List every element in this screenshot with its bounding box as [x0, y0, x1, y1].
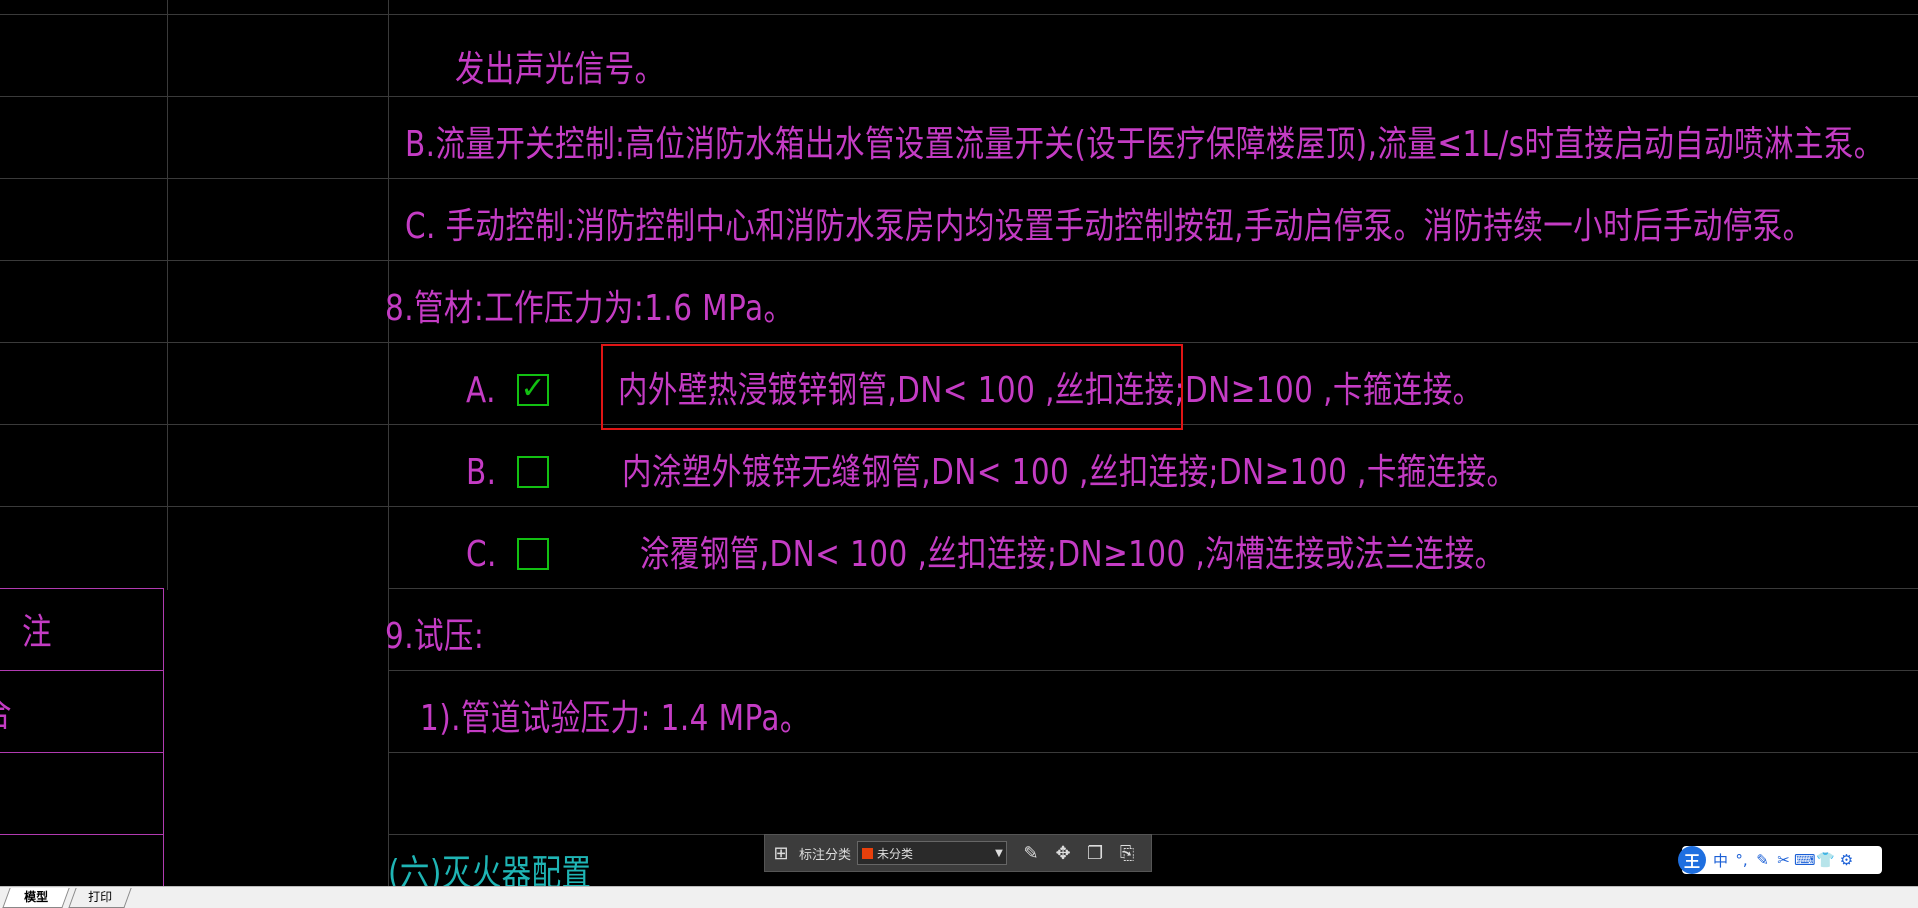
- drawing-text-9-1: 1).管道试验压力: 1.4 MPa。: [420, 698, 810, 739]
- drawing-text-c: C. 手动控制:消防控制中心和消防水泵房内均设置手动控制按钮,手动启停泵。消防持…: [405, 206, 1813, 247]
- option-b-text[interactable]: 内涂塑外镀锌无缝钢管,DN< 100 ,丝扣连接;DN≥100 ,卡箍连接。: [622, 453, 1517, 493]
- paste-icon[interactable]: ⎘: [1114, 840, 1140, 866]
- ime-keyboard-icon[interactable]: ⌨: [1794, 851, 1816, 869]
- ime-mode-button[interactable]: 中: [1710, 850, 1731, 871]
- category-select-value: 未分类: [877, 846, 914, 861]
- grid-line: [388, 0, 389, 886]
- table-partial-label: 合: [0, 695, 12, 735]
- move-icon[interactable]: ✥: [1050, 840, 1076, 866]
- option-c-text[interactable]: 涂覆钢管,DN< 100 ,丝扣连接;DN≥100 ,沟槽连接或法兰连接。: [640, 535, 1505, 575]
- table-line: [0, 752, 164, 753]
- grid-line: [0, 14, 1918, 15]
- grid-line: [0, 96, 1918, 97]
- table-note-label: 注: [22, 612, 52, 653]
- grid-line: [388, 752, 1918, 753]
- toolbar-label: 标注分类: [799, 847, 852, 863]
- chevron-down-icon: ▼: [995, 847, 1003, 859]
- option-b-prefix: B.: [466, 452, 497, 493]
- grid-line: [0, 260, 1918, 261]
- grid-line: [167, 0, 168, 590]
- ime-skin-icon[interactable]: 👕: [1815, 851, 1836, 869]
- ime-punctuation-icon[interactable]: °,: [1731, 851, 1752, 869]
- tab-model-label: 模型: [24, 890, 49, 904]
- table-line: [0, 670, 164, 671]
- edit-icon[interactable]: ✎: [1018, 840, 1044, 866]
- annotation-toolbar: ⊞ 标注分类 未分类 ▼ ✎ ✥ ❐ ⎘: [764, 834, 1152, 872]
- table-line: [0, 588, 164, 589]
- layout-tab-bar: 模型 打印: [0, 886, 1918, 908]
- category-select[interactable]: 未分类 ▼: [857, 841, 1008, 865]
- drawing-text-8: 8.管材:工作压力为:1.6 MPa。: [385, 288, 794, 329]
- tab-print[interactable]: 打印: [68, 888, 132, 908]
- ime-handwrite-icon[interactable]: ✎: [1752, 851, 1773, 869]
- drawing-text-signal: 发出声光信号。: [455, 49, 665, 90]
- grid-line: [0, 342, 1918, 343]
- option-a-prefix: A.: [466, 370, 496, 411]
- copy-icon[interactable]: ❐: [1082, 840, 1108, 866]
- ime-toolbar: 王 中 °, ✎ ✂ ⌨ 👕 ⚙: [1678, 846, 1882, 874]
- tab-model[interactable]: 模型: [2, 888, 70, 908]
- option-c-checkbox[interactable]: [517, 538, 549, 570]
- drawing-text-b: B.流量开关控制:高位消防水箱出水管设置流量开关(设于医疗保障楼屋顶),流量≤1…: [405, 124, 1884, 165]
- drawing-text-9: 9.试压:: [385, 616, 485, 657]
- grid-line: [388, 670, 1918, 671]
- selection-highlight-box: [601, 344, 1183, 430]
- option-c-prefix: C.: [466, 534, 497, 575]
- ime-settings-icon[interactable]: ⚙: [1836, 851, 1857, 869]
- ime-scissors-icon[interactable]: ✂: [1773, 851, 1794, 869]
- tab-print-label: 打印: [88, 890, 113, 904]
- table-line: [163, 588, 164, 886]
- grid-line: [0, 506, 1918, 507]
- option-b-checkbox[interactable]: [517, 456, 549, 488]
- grid-line: [388, 588, 1918, 589]
- grid-menu-icon[interactable]: ⊞: [768, 840, 794, 866]
- color-swatch: [862, 847, 874, 859]
- ime-logo-icon[interactable]: 王: [1678, 846, 1706, 874]
- checkmark-icon: ✓: [520, 371, 546, 406]
- table-line: [0, 834, 164, 835]
- option-a-checkbox[interactable]: ✓: [517, 374, 549, 406]
- grid-line: [388, 834, 1918, 835]
- grid-line: [0, 178, 1918, 179]
